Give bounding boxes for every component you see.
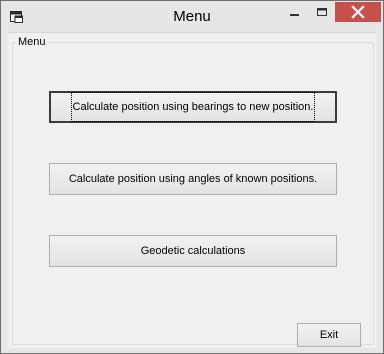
angles-calculation-button[interactable]: Calculate position using angles of known…	[49, 163, 337, 195]
menu-group-box: Menu Calculate position using bearings t…	[12, 35, 374, 347]
geodetic-calculations-button[interactable]: Geodetic calculations	[49, 235, 337, 267]
bearings-calculation-label: Calculate position using bearings to new…	[70, 92, 316, 122]
bearings-calculation-button[interactable]: Calculate position using bearings to new…	[49, 91, 337, 123]
angles-calculation-label: Calculate position using angles of known…	[68, 173, 318, 185]
close-icon	[351, 5, 365, 19]
minimize-icon	[290, 14, 299, 16]
maximize-button[interactable]	[308, 2, 335, 22]
geodetic-calculations-label: Geodetic calculations	[140, 245, 246, 257]
group-box-label: Menu	[16, 35, 48, 49]
maximize-icon	[317, 8, 327, 16]
application-window: Menu Menu Calculate position using beari…	[0, 0, 384, 354]
close-button[interactable]	[335, 2, 381, 22]
exit-label: Exit	[319, 329, 339, 341]
title-bar[interactable]: Menu	[1, 1, 383, 31]
client-area: Menu Calculate position using bearings t…	[8, 32, 376, 348]
minimize-button[interactable]	[281, 2, 308, 22]
exit-button[interactable]: Exit	[297, 323, 361, 347]
